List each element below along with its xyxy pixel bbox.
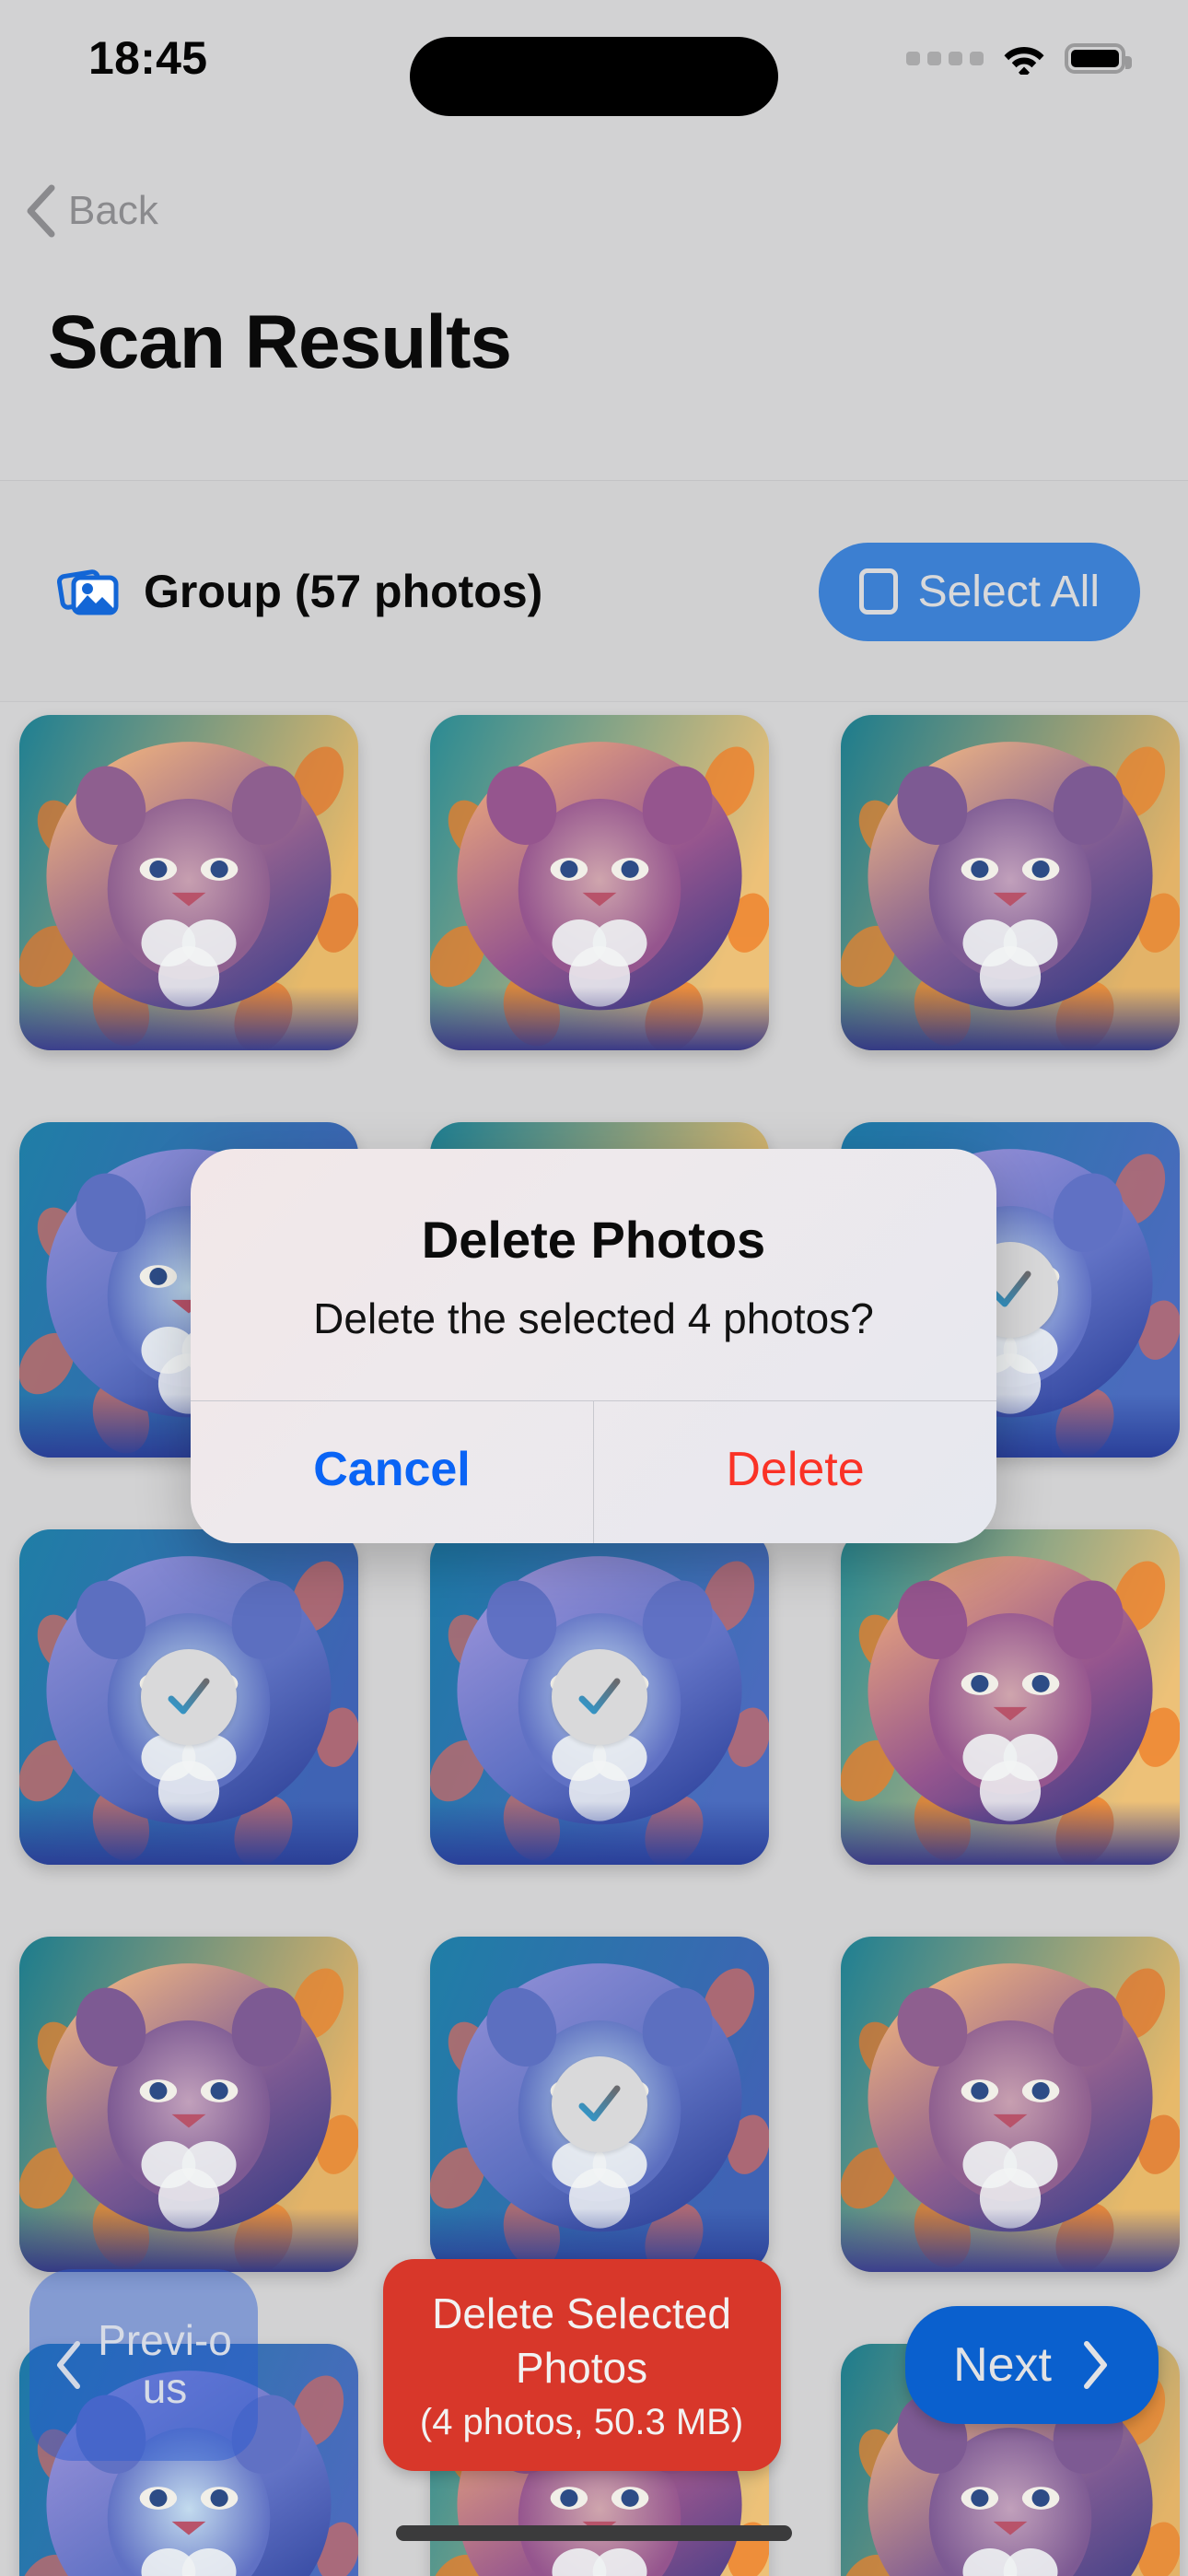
checkbox-empty-icon [858,568,898,615]
page-title: Scan Results [48,300,512,384]
next-button[interactable]: Next [905,2306,1159,2424]
photo-thumbnail[interactable] [19,1529,358,1865]
dialog-title: Delete Photos [421,1211,766,1269]
next-button-label: Next [953,2338,1052,2392]
dialog-cancel-button[interactable]: Cancel [191,1401,594,1543]
dialog-body: Delete Photos Delete the selected 4 phot… [191,1149,996,1400]
back-button-label: Back [68,188,158,233]
photo-thumbnail[interactable] [430,715,769,1050]
status-bar: 18:45 [0,0,1188,116]
checkmark-icon [552,2056,647,2152]
delete-selected-photos-button[interactable]: Delete Selected Photos (4 photos, 50.3 M… [382,2258,781,2472]
back-button[interactable]: Back [24,184,158,238]
previous-button[interactable]: Previ-ous [29,2269,258,2461]
group-info: Group (57 photos) [57,565,542,618]
group-bar: Group (57 photos) Select All [0,481,1188,702]
bottom-action-bar: Previ-ous Delete Selected Photos (4 phot… [0,2250,1188,2480]
checkmark-icon [141,1649,237,1745]
cellular-dots-icon [906,51,984,65]
photo-thumbnail[interactable] [841,1529,1180,1865]
dialog-delete-button[interactable]: Delete [594,1401,996,1543]
delete-photos-dialog: Delete Photos Delete the selected 4 phot… [191,1149,996,1543]
photo-thumbnail[interactable] [19,1937,358,2272]
wifi-icon [1004,47,1044,75]
status-bar-indicators [906,41,1132,75]
delete-selected-subtitle: (4 photos, 50.3 MB) [419,2402,744,2443]
photo-image [841,715,1180,1050]
photo-thumbnail[interactable] [430,1937,769,2272]
photo-image [19,1937,358,2272]
dynamic-island [410,37,778,116]
photo-thumbnail[interactable] [430,1529,769,1865]
chevron-right-icon [1083,2341,1107,2389]
delete-selected-title: Delete Selected Photos [432,2289,731,2392]
dialog-message: Delete the selected 4 photos? [313,1294,874,1342]
photo-thumbnail[interactable] [841,715,1180,1050]
group-label: Group (57 photos) [144,566,543,617]
chevron-left-icon [27,184,55,238]
group-bar-divider [0,701,1188,702]
status-bar-time: 18:45 [88,32,208,84]
chevron-left-icon [57,2341,80,2389]
previous-button-label: Previ-ous [98,2316,232,2412]
photo-thumbnail[interactable] [19,715,358,1050]
dialog-actions: Cancel Delete [191,1400,996,1543]
select-all-button[interactable]: Select All [818,542,1140,641]
battery-full-icon [1065,42,1132,74]
photo-image [841,1529,1180,1865]
photo-image [19,715,358,1050]
photo-stack-icon [57,569,119,615]
select-all-label: Select All [917,567,1100,616]
photo-thumbnail[interactable] [841,1937,1180,2272]
photo-image [841,1937,1180,2272]
home-indicator [396,2525,792,2541]
checkmark-icon [552,1649,647,1745]
photo-image [430,715,769,1050]
